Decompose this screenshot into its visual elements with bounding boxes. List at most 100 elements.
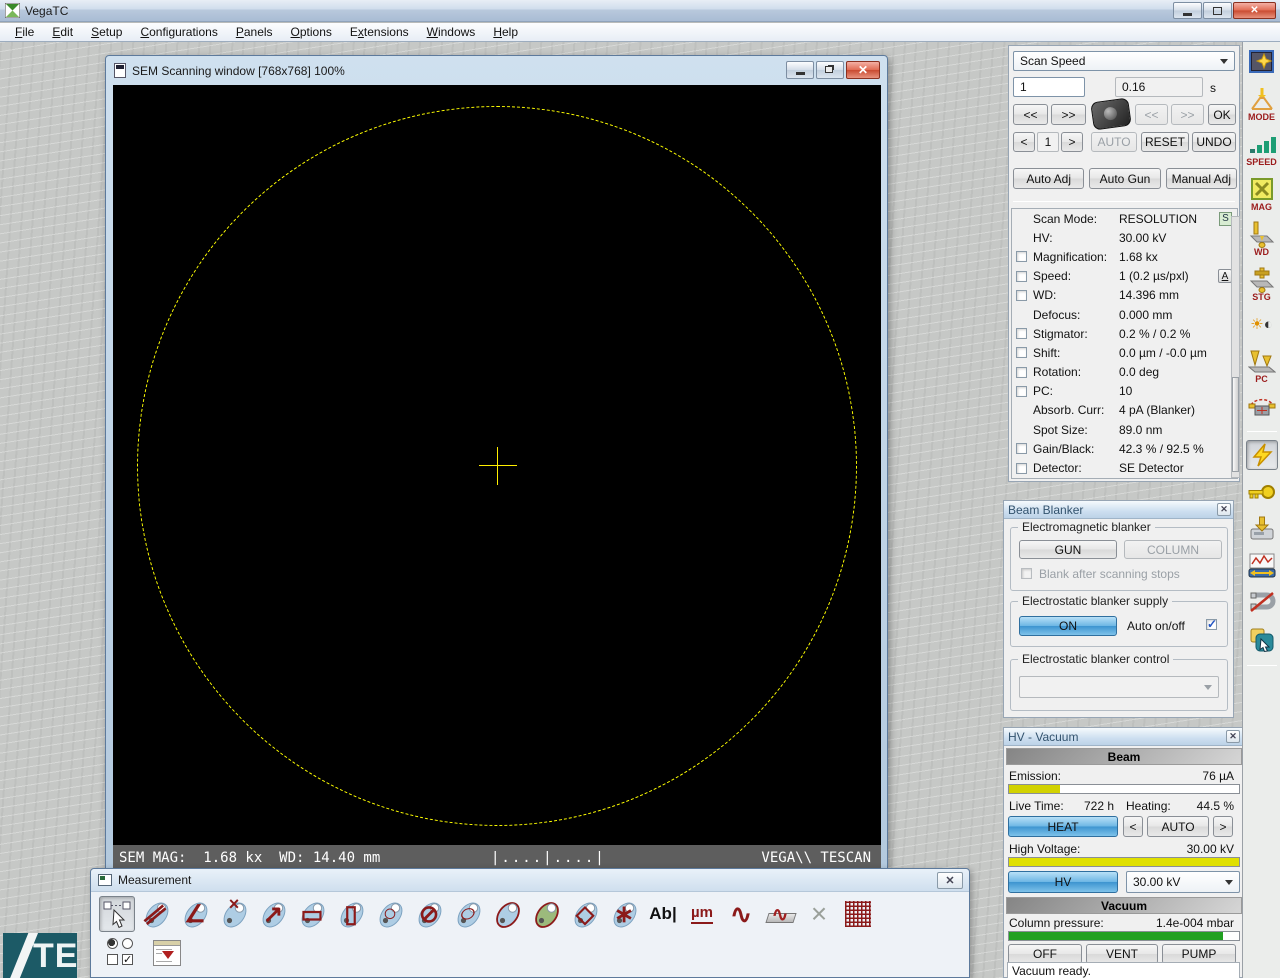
parallel-distance-tool[interactable]: ∥: [138, 896, 174, 932]
new-view-toolbar-button[interactable]: [1246, 47, 1278, 77]
sem-minimize-button[interactable]: [786, 61, 814, 79]
menu-help[interactable]: Help: [484, 23, 527, 41]
distance-tool[interactable]: ↗: [255, 896, 291, 932]
sem-restore-button[interactable]: [816, 61, 844, 79]
function-selector[interactable]: Scan Speed: [1013, 51, 1235, 71]
param-value: 14.396 mm: [1119, 288, 1179, 302]
wd-toolbar-button[interactable]: WD: [1246, 219, 1278, 257]
button-label: <: [1129, 820, 1136, 834]
sem-close-button[interactable]: ✕: [846, 61, 880, 79]
sem-window-titlebar[interactable]: SEM Scanning window [768x768] 100% ✕: [106, 56, 887, 85]
parameters-scrollbar[interactable]: [1231, 216, 1240, 478]
circle-tool[interactable]: ○: [372, 896, 408, 932]
stage-toolbar-button[interactable]: STG: [1246, 264, 1278, 302]
contour-tool[interactable]: [489, 896, 525, 932]
high-voltage-label: High Voltage:: [1009, 842, 1080, 856]
export-toolbar-button[interactable]: [1246, 625, 1278, 655]
manual-adj-button[interactable]: Manual Adj: [1166, 168, 1237, 189]
area-tool[interactable]: [528, 896, 564, 932]
blanker-on-button[interactable]: ON: [1019, 616, 1117, 636]
heat-button[interactable]: HEAT: [1008, 816, 1118, 837]
menu-edit[interactable]: Edit: [43, 23, 82, 41]
ruler-profile-tool[interactable]: ∿: [762, 896, 798, 932]
speed-auto-badge-button[interactable]: A: [1218, 269, 1232, 283]
param-checkbox[interactable]: [1016, 443, 1027, 454]
param-checkbox[interactable]: [1016, 290, 1027, 301]
menu-extensions[interactable]: Extensions: [341, 23, 418, 41]
beam-blanker-close-button[interactable]: ✕: [1217, 503, 1231, 516]
trackball-icon[interactable]: [1090, 97, 1132, 130]
mode-toolbar-button[interactable]: MODE: [1246, 84, 1278, 122]
app-maximize-button[interactable]: [1203, 2, 1232, 19]
ellipse-tool[interactable]: ○: [450, 896, 486, 932]
gun-blanker-button[interactable]: GUN: [1019, 540, 1117, 559]
measurement-close-button[interactable]: ✕: [937, 872, 963, 889]
hv-select[interactable]: 30.00 kV: [1126, 871, 1240, 893]
grid-tool[interactable]: [840, 896, 876, 932]
measurement-titlebar[interactable]: Measurement ✕: [91, 869, 969, 892]
vacuum-off-button[interactable]: OFF: [1008, 944, 1082, 964]
speed-increase-fast-button[interactable]: >>: [1051, 104, 1086, 125]
angle-tool[interactable]: ∠: [177, 896, 213, 932]
undo-button[interactable]: UNDO: [1192, 132, 1236, 152]
sem-image-canvas[interactable]: [113, 85, 881, 845]
vertical-rectangle-tool[interactable]: ▯: [333, 896, 369, 932]
param-checkbox[interactable]: [1016, 386, 1027, 397]
brightness-contrast-toolbar-button[interactable]: ☀◐: [1246, 309, 1278, 339]
polygon-tool[interactable]: ◇: [567, 896, 603, 932]
param-checkbox[interactable]: [1016, 271, 1027, 282]
hv-vacuum-close-button[interactable]: ✕: [1226, 730, 1240, 743]
reset-button[interactable]: RESET: [1141, 132, 1189, 152]
vent-button[interactable]: VENT: [1086, 944, 1158, 964]
ok-button[interactable]: OK: [1208, 104, 1236, 125]
menu-file[interactable]: File: [6, 23, 43, 41]
select-tool[interactable]: [99, 896, 135, 932]
param-checkbox[interactable]: [1016, 347, 1027, 358]
step-next-button[interactable]: >: [1061, 132, 1083, 152]
text-label-tool[interactable]: Ab|: [645, 896, 681, 932]
menu-options[interactable]: Options: [282, 23, 341, 41]
app-close-button[interactable]: ✕: [1233, 2, 1276, 19]
auto-adj-button[interactable]: Auto Adj: [1013, 168, 1084, 189]
param-checkbox[interactable]: [1016, 328, 1027, 339]
pump-button[interactable]: PUMP: [1162, 944, 1236, 964]
menu-windows[interactable]: Windows: [418, 23, 485, 41]
measurement-table-tool[interactable]: [149, 935, 185, 971]
speed-toolbar-button[interactable]: SPEED: [1246, 129, 1278, 167]
acquire-lightning-toolbar-button[interactable]: [1246, 440, 1278, 470]
step-prev-button[interactable]: <: [1013, 132, 1035, 152]
rectangle-tool[interactable]: ▭: [294, 896, 330, 932]
key-toolbar-button[interactable]: [1246, 477, 1278, 507]
hv-vacuum-titlebar[interactable]: HV - Vacuum ✕: [1004, 728, 1242, 746]
param-checkbox[interactable]: [1016, 367, 1027, 378]
heat-prev-button[interactable]: <: [1123, 816, 1143, 837]
measure-chart-toolbar-button[interactable]: [1246, 551, 1278, 581]
speed-decrease-fast-button[interactable]: <<: [1013, 104, 1048, 125]
auto-onoff-checkbox[interactable]: [1206, 619, 1217, 630]
scrollbar-thumb[interactable]: [1232, 377, 1239, 472]
beam-blanker-titlebar[interactable]: Beam Blanker ✕: [1004, 501, 1233, 519]
heat-auto-button[interactable]: AUTO: [1147, 816, 1209, 837]
save-image-toolbar-button[interactable]: [1246, 514, 1278, 544]
wd-label: WD: [1254, 247, 1269, 257]
point-tool[interactable]: ∗: [606, 896, 642, 932]
profile-tool[interactable]: ∿: [723, 896, 759, 932]
auto-gun-button[interactable]: Auto Gun: [1089, 168, 1160, 189]
scan-speed-input[interactable]: 1: [1013, 77, 1085, 97]
scale-bar-tool[interactable]: µm: [684, 896, 720, 932]
stereo-measurement-tool[interactable]: ✓: [103, 935, 139, 971]
menu-setup[interactable]: Setup: [82, 23, 131, 41]
hv-button[interactable]: HV: [1008, 871, 1118, 893]
gun-centering-toolbar-button[interactable]: [1246, 391, 1278, 421]
menu-configurations[interactable]: Configurations: [131, 23, 226, 41]
heat-next-button[interactable]: >: [1213, 816, 1233, 837]
mag-toolbar-button[interactable]: MAG: [1246, 174, 1278, 212]
param-checkbox[interactable]: [1016, 463, 1027, 474]
pc-toolbar-button[interactable]: PC: [1246, 346, 1278, 384]
app-minimize-button[interactable]: [1173, 2, 1202, 19]
menu-panels[interactable]: Panels: [227, 23, 282, 41]
delete-point-tool[interactable]: ×: [216, 896, 252, 932]
delete-all-tool[interactable]: ×: [801, 896, 837, 932]
param-checkbox[interactable]: [1016, 251, 1027, 262]
degauss-toolbar-button[interactable]: [1246, 588, 1278, 618]
